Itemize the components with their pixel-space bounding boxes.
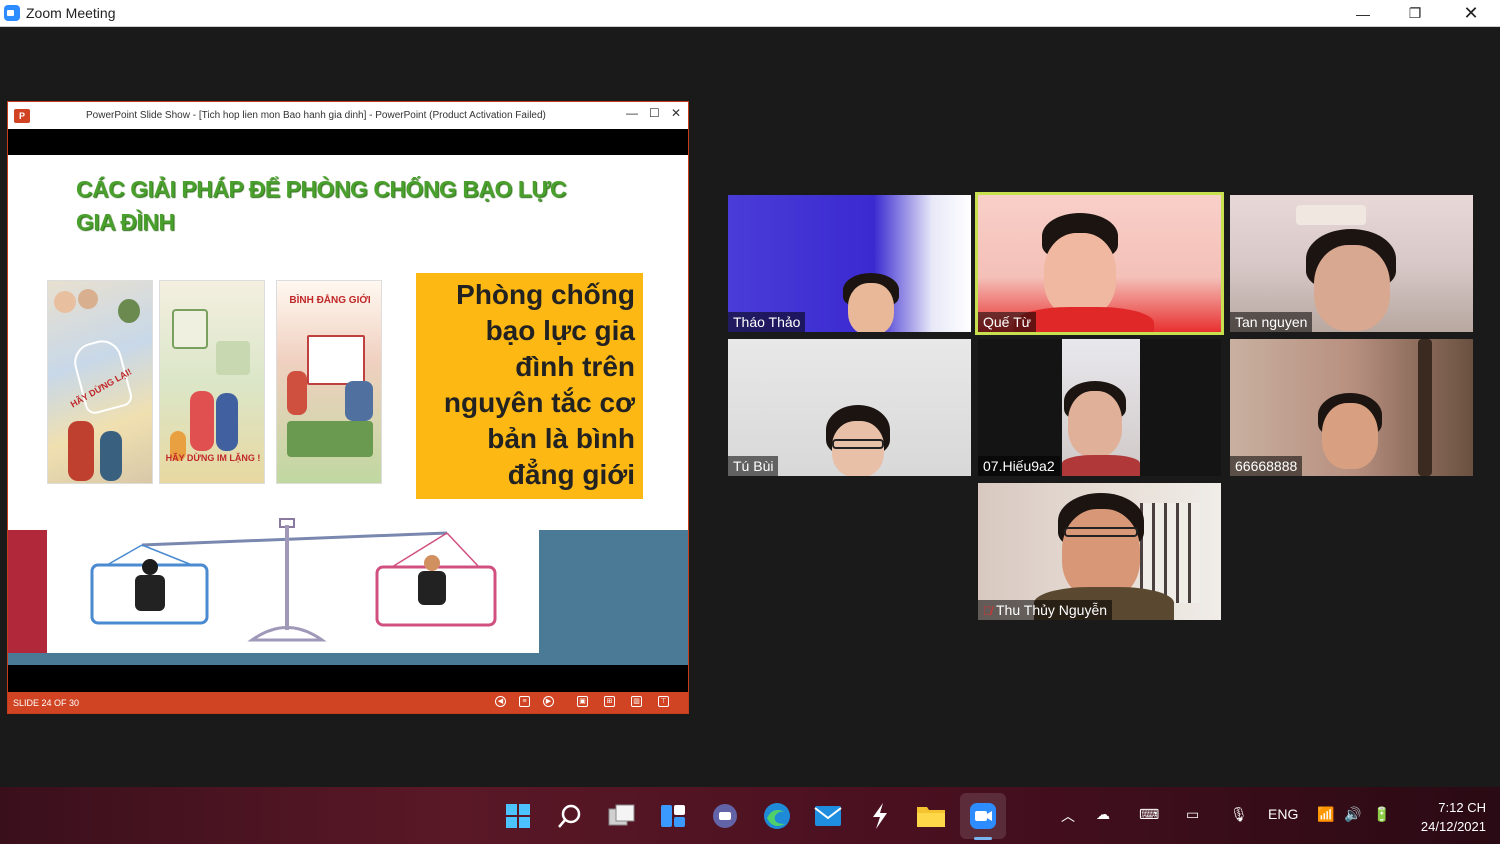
notes-icon[interactable]: ≡ (519, 696, 530, 707)
poster-gender-equality: BÌNH ĐẲNG GIỚI (276, 280, 382, 484)
touchpad-icon[interactable]: ▭ (1186, 806, 1199, 823)
participant-tile[interactable]: Tan nguyen (1230, 195, 1473, 332)
poster-stop-silence: HÃY DỪNG IM LẶNG ! (159, 280, 265, 484)
participant-tile[interactable]: Tú Bùi (728, 339, 971, 476)
slideshow-view-icon[interactable]: ⊤ (658, 696, 669, 707)
volume-icon[interactable]: 🔊 (1344, 806, 1361, 823)
ppt-title-bar: P PowerPoint Slide Show - [Tich hop lien… (8, 102, 688, 129)
participant-name: 66668888 (1230, 456, 1303, 476)
keyboard-icon[interactable]: ⌨ (1139, 806, 1159, 823)
reading-view-icon[interactable]: ▥ (631, 696, 642, 707)
participant-name: 07.Hiếu9a2 (978, 456, 1060, 476)
taskbar-active-indicator (974, 837, 992, 840)
powerpoint-icon: P (14, 108, 30, 123)
show-hidden-icons-icon[interactable]: ︿ (1061, 806, 1075, 826)
close-button[interactable]: ✕ (1448, 0, 1494, 27)
language-indicator[interactable]: ENG (1268, 806, 1298, 822)
zoom-title-bar: Zoom Meeting — ❐ ✕ (0, 0, 1500, 27)
clock-time: 7:12 CH (1438, 800, 1486, 815)
slide-title: CÁC GIẢI PHÁP ĐỂ PHÒNG CHỐNG BẠO LỰC GIA… (76, 176, 567, 235)
next-slide-icon[interactable]: ▶ (543, 696, 554, 707)
app-icon[interactable] (865, 801, 895, 831)
ppt-window-title: PowerPoint Slide Show - [Tich hop lien m… (86, 110, 546, 121)
participant-tile-active-speaker[interactable]: Quế Từ (975, 192, 1224, 335)
onedrive-error-icon[interactable]: ☁ (1096, 806, 1110, 823)
participant-name: Quế Từ (978, 312, 1037, 332)
teams-chat-icon[interactable] (710, 801, 740, 831)
participant-tile[interactable]: 66668888 (1230, 339, 1473, 476)
participant-name: Tan nguyen (1230, 312, 1313, 332)
slide-callout-box: Phòng chống bạo lực gia đình trên nguyên… (416, 273, 643, 499)
slide-decor-band-right (538, 530, 688, 665)
balance-scale-illustration (47, 505, 539, 653)
slide-canvas: CÁC GIẢI PHÁP ĐỂ PHÒNG CHỐNG BẠO LỰC GIA… (8, 155, 688, 665)
mic-muted-icon: 🎙̸ (983, 604, 992, 618)
participant-name: Tú Bùi (728, 456, 779, 476)
poster3-caption: BÌNH ĐẲNG GIỚI (289, 295, 371, 306)
slide-sorter-icon[interactable]: ⊞ (604, 696, 615, 707)
normal-view-icon[interactable]: ▣ (577, 696, 588, 707)
widgets-icon[interactable] (658, 801, 688, 831)
slide-counter: SLIDE 24 OF 30 (13, 697, 80, 708)
wifi-icon[interactable]: 📶 (1317, 806, 1334, 823)
windows-start-icon[interactable] (503, 801, 533, 831)
zoom-app-icon (4, 5, 20, 21)
ppt-close-icon[interactable]: ✕ (671, 106, 681, 120)
ppt-maximize-icon[interactable]: ☐ (649, 106, 660, 120)
task-view-icon[interactable] (607, 801, 637, 831)
shared-screen-powerpoint: P PowerPoint Slide Show - [Tich hop lien… (7, 101, 689, 714)
callout-line: bản là bình (487, 423, 635, 454)
zoom-icon[interactable] (968, 801, 998, 831)
clock-date: 24/12/2021 (1420, 819, 1486, 834)
callout-line: đẳng giới (507, 459, 635, 490)
participant-name-text: Thu Thủy Nguyễn (996, 602, 1108, 618)
windows-taskbar: ︿ ☁ ⌨ ▭ 🎙 ENG 📶 🔊 🔋 7:12 CH 24/12/2021 (0, 787, 1500, 844)
edge-icon[interactable] (762, 801, 792, 831)
ppt-minimize-icon[interactable]: — (626, 106, 638, 120)
window-title: Zoom Meeting (26, 5, 116, 21)
participant-tile[interactable]: 🎙̸ Thu Thủy Nguyễn (978, 483, 1221, 620)
participant-name: Tháo Thảo (728, 312, 806, 332)
prev-slide-icon[interactable]: ◀ (495, 696, 506, 707)
mail-icon[interactable] (813, 801, 843, 831)
callout-line: đình trên (515, 351, 635, 382)
taskbar-clock[interactable]: 7:12 CH 24/12/2021 (1404, 798, 1486, 836)
search-icon[interactable] (555, 801, 585, 831)
participant-tile[interactable]: 07.Hiếu9a2 (978, 339, 1221, 476)
slide-decor-band-bottom (8, 653, 688, 665)
maximize-button[interactable]: ❐ (1392, 0, 1438, 27)
poster-stop-violence: HÃY DỪNG LẠI! (47, 280, 153, 484)
slide-decor-band-left (8, 530, 48, 665)
microphone-icon[interactable]: 🎙 (1230, 806, 1248, 823)
file-explorer-icon[interactable] (916, 801, 946, 831)
ppt-status-bar: SLIDE 24 OF 30 ◀ ≡ ▶ ▣ ⊞ ▥ ⊤ (8, 692, 688, 713)
battery-icon[interactable]: 🔋 (1373, 806, 1390, 823)
participant-name: 🎙̸ Thu Thủy Nguyễn (978, 600, 1113, 620)
callout-line: bạo lực gia (485, 315, 635, 346)
minimize-button[interactable]: — (1340, 0, 1386, 27)
poster2-caption: HÃY DỪNG IM LẶNG ! (165, 453, 261, 463)
callout-line: nguyên tắc cơ (443, 387, 635, 418)
callout-line: Phòng chống (456, 279, 635, 310)
participant-tile[interactable]: Tháo Thảo (728, 195, 971, 332)
